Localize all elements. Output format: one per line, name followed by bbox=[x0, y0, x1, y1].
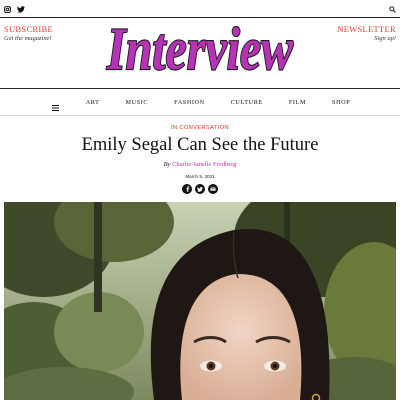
logo-wordmark: Interview bbox=[106, 16, 294, 82]
share-buttons bbox=[182, 184, 218, 194]
twitter-icon[interactable] bbox=[17, 5, 25, 13]
subscribe-link[interactable]: SUBSCRIBE Get the magazine! bbox=[4, 25, 53, 42]
newsletter-subtext[interactable]: Sign up! bbox=[337, 35, 396, 43]
nav-item-music[interactable]: MUSIC bbox=[113, 99, 162, 106]
article-title: Emily Segal Can See the Future bbox=[81, 135, 319, 155]
interview-logo[interactable]: Interview bbox=[100, 14, 300, 88]
nav-item-art[interactable]: ART bbox=[73, 99, 113, 106]
email-icon[interactable] bbox=[208, 184, 218, 194]
twitter-icon[interactable] bbox=[195, 184, 205, 194]
instagram-icon[interactable] bbox=[4, 5, 11, 13]
article-category[interactable]: IN CONVERSATION bbox=[0, 125, 400, 131]
masthead: SUBSCRIBE Get the magazine! Interview NE… bbox=[0, 15, 400, 88]
subscribe-subtext[interactable]: Get the magazine! bbox=[4, 35, 53, 43]
hamburger-icon[interactable] bbox=[52, 98, 59, 116]
hero-photo bbox=[4, 202, 396, 400]
publish-date: March 9, 2021 bbox=[185, 174, 215, 179]
newsletter-link[interactable]: NEWSLETTER Sign up! bbox=[337, 25, 396, 42]
nav-item-fashion[interactable]: FASHION bbox=[161, 99, 218, 106]
nav-divider bbox=[0, 115, 400, 116]
main-nav: ART MUSIC FASHION CULTURE FILM SHOP bbox=[0, 89, 400, 115]
social-links bbox=[4, 5, 25, 13]
search-icon[interactable] bbox=[389, 5, 396, 13]
nav-item-culture[interactable]: CULTURE bbox=[218, 99, 276, 106]
subscribe-label[interactable]: SUBSCRIBE bbox=[4, 25, 53, 34]
newsletter-label[interactable]: NEWSLETTER bbox=[337, 25, 396, 34]
nav-links: ART MUSIC FASHION CULTURE FILM SHOP bbox=[73, 99, 364, 106]
nav-item-film[interactable]: FILM bbox=[276, 99, 319, 106]
byline: By Charlie-Janelle Fredberg bbox=[0, 161, 400, 168]
byline-prefix: By bbox=[163, 161, 171, 168]
nav-item-shop[interactable]: SHOP bbox=[319, 99, 363, 106]
facebook-icon[interactable] bbox=[182, 184, 192, 194]
author-link[interactable]: Charlie-Janelle Fredberg bbox=[172, 161, 236, 168]
